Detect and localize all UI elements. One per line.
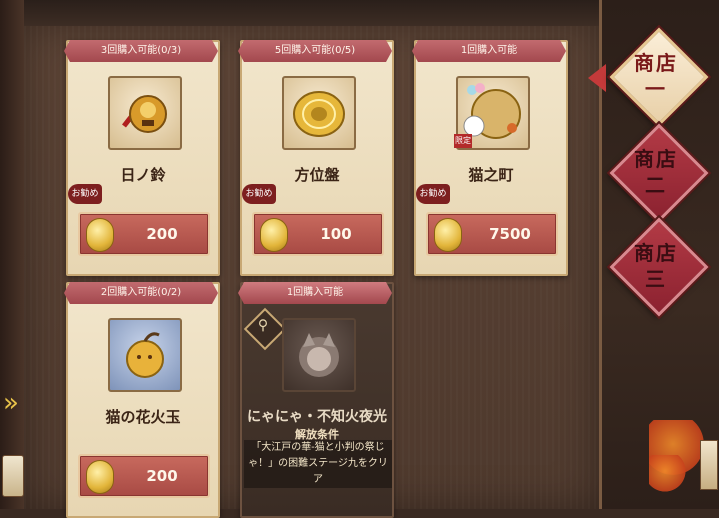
shop-item-card[interactable]: 3回購入可能(0/3) 日ノ鈴 お勧め 200: [66, 40, 220, 276]
gold-coin-icon: [260, 218, 288, 252]
item-name: 方位盤: [294, 166, 340, 184]
recommend-badge: お勧め: [242, 184, 276, 204]
left-decorative-strip: [0, 0, 24, 509]
limited-badge: 限定: [454, 134, 472, 148]
purchase-limit-header: 3回購入可能(0/3): [64, 40, 218, 62]
lantern-decoration: [700, 440, 718, 490]
price-label: 100: [320, 225, 352, 243]
recommend-badge: お勧め: [416, 184, 450, 204]
firework-ball-icon: [126, 332, 164, 378]
shop-item-card[interactable]: 1回購入可能 限定 猫之町 お勧め 7500: [414, 40, 568, 276]
maple-leaf-decoration: [649, 455, 689, 495]
item-name: 猫之町: [468, 166, 514, 184]
item-icon-frame: [282, 76, 356, 150]
buy-button[interactable]: 7500: [426, 212, 558, 256]
price-label: 7500: [489, 225, 531, 243]
purchase-limit-header: 2回購入可能(0/2): [64, 282, 218, 304]
buy-button[interactable]: 200: [78, 212, 210, 256]
unlock-condition-text: 「大江戸の華-猫と小判の祭じゃ！」の困難ステージ九をクリア: [244, 440, 392, 488]
purchase-limit-header: 1回購入可能: [412, 40, 566, 62]
gold-coin-icon: [86, 218, 114, 252]
purchase-limit-header: 5回購入可能(0/5): [238, 40, 392, 62]
shop-item-card[interactable]: 2回購入可能(0/2) 猫の花火玉 200: [66, 282, 220, 518]
lantern-decoration: [2, 455, 24, 497]
active-tab-arrow-icon: [588, 64, 606, 92]
price-label: 200: [146, 467, 178, 485]
item-icon-frame: [108, 318, 182, 392]
tab-shop-3-label[interactable]: 商店三: [626, 240, 686, 292]
buy-button[interactable]: 100: [252, 212, 384, 256]
shop-item-card-locked[interactable]: 1回購入可能 ⚲ にゃにゃ・不知火夜光 解放条件 「大江戸の華-猫と小判の祭じゃ…: [240, 282, 394, 518]
item-name: 猫の花火玉: [105, 408, 181, 426]
compass-icon: [293, 91, 345, 137]
item-name: 日ノ鈴: [120, 166, 166, 184]
recommend-badge: お勧め: [68, 184, 102, 204]
preview-magnifier-button[interactable]: ⚲: [243, 307, 287, 351]
gold-coin-icon: [86, 460, 114, 494]
character-portrait-icon: [299, 333, 339, 377]
scroll-left-arrow-icon[interactable]: »: [0, 385, 22, 421]
item-name: にゃにゃ・不知火夜光: [247, 409, 387, 425]
magnifier-icon: ⚲: [257, 317, 269, 334]
purchase-limit-header: 1回購入可能: [238, 282, 392, 304]
shop-item-card[interactable]: 5回購入可能(0/5) 方位盤 お勧め 100: [240, 40, 394, 276]
buy-button[interactable]: 200: [78, 454, 210, 498]
item-icon-frame: [282, 318, 356, 392]
item-icon-frame: [108, 76, 182, 150]
top-bar: [24, 0, 599, 27]
tab-shop-2-label[interactable]: 商店二: [626, 146, 686, 198]
tab-shop-1-label[interactable]: 商店一: [626, 50, 686, 102]
gold-coin-icon: [434, 218, 462, 252]
price-label: 200: [146, 225, 178, 243]
bell-icon: [122, 95, 167, 133]
